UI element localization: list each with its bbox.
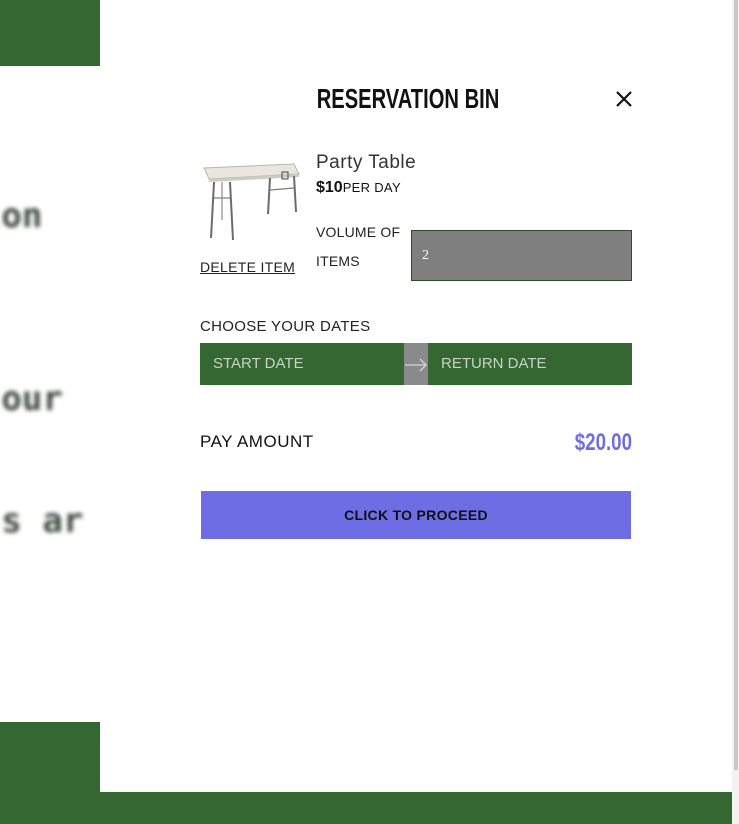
background-text-line: ices ar [0,501,84,541]
background-text-line: ith [0,247,110,308]
background-text-line: gh our [0,379,63,419]
arrow-right-icon [404,343,428,385]
dates-label: CHOOSE YOUR DATES [200,318,371,335]
reservation-modal: RESERVATION BIN DELETE ITEM Party Table … [100,0,732,792]
item-name: Party Table [316,152,417,173]
background-text-line: ation [0,196,43,236]
background-blurred-text: ation ith for gh our ur ices ar al [0,186,110,613]
quantity-label: VOLUME OF ITEMS [316,224,401,269]
folding-table-image [200,160,300,242]
page-scrollbar[interactable] [732,0,739,824]
background-header-band [0,0,110,66]
background-text-line: for [0,308,110,369]
pay-amount-value: $20.00 [574,429,632,456]
scrollbar-thumb[interactable] [734,0,738,770]
delete-item-link[interactable]: DELETE ITEM [200,259,295,275]
start-date-field[interactable]: START DATE [200,343,404,385]
return-date-field[interactable]: RETURN DATE [428,343,632,385]
item-price: $10PER DAY [316,179,401,197]
item-price-value: $10 [316,179,343,196]
quantity-input[interactable] [411,230,632,281]
modal-title: RESERVATION BIN [316,83,500,114]
close-icon[interactable] [612,87,636,111]
background-text-line: ur [0,430,110,491]
background-text-line: al [0,552,110,613]
item-price-unit: PER DAY [342,180,401,195]
pay-amount-label: PAY AMOUNT [200,432,314,451]
proceed-button[interactable]: CLICK TO PROCEED [201,491,631,539]
